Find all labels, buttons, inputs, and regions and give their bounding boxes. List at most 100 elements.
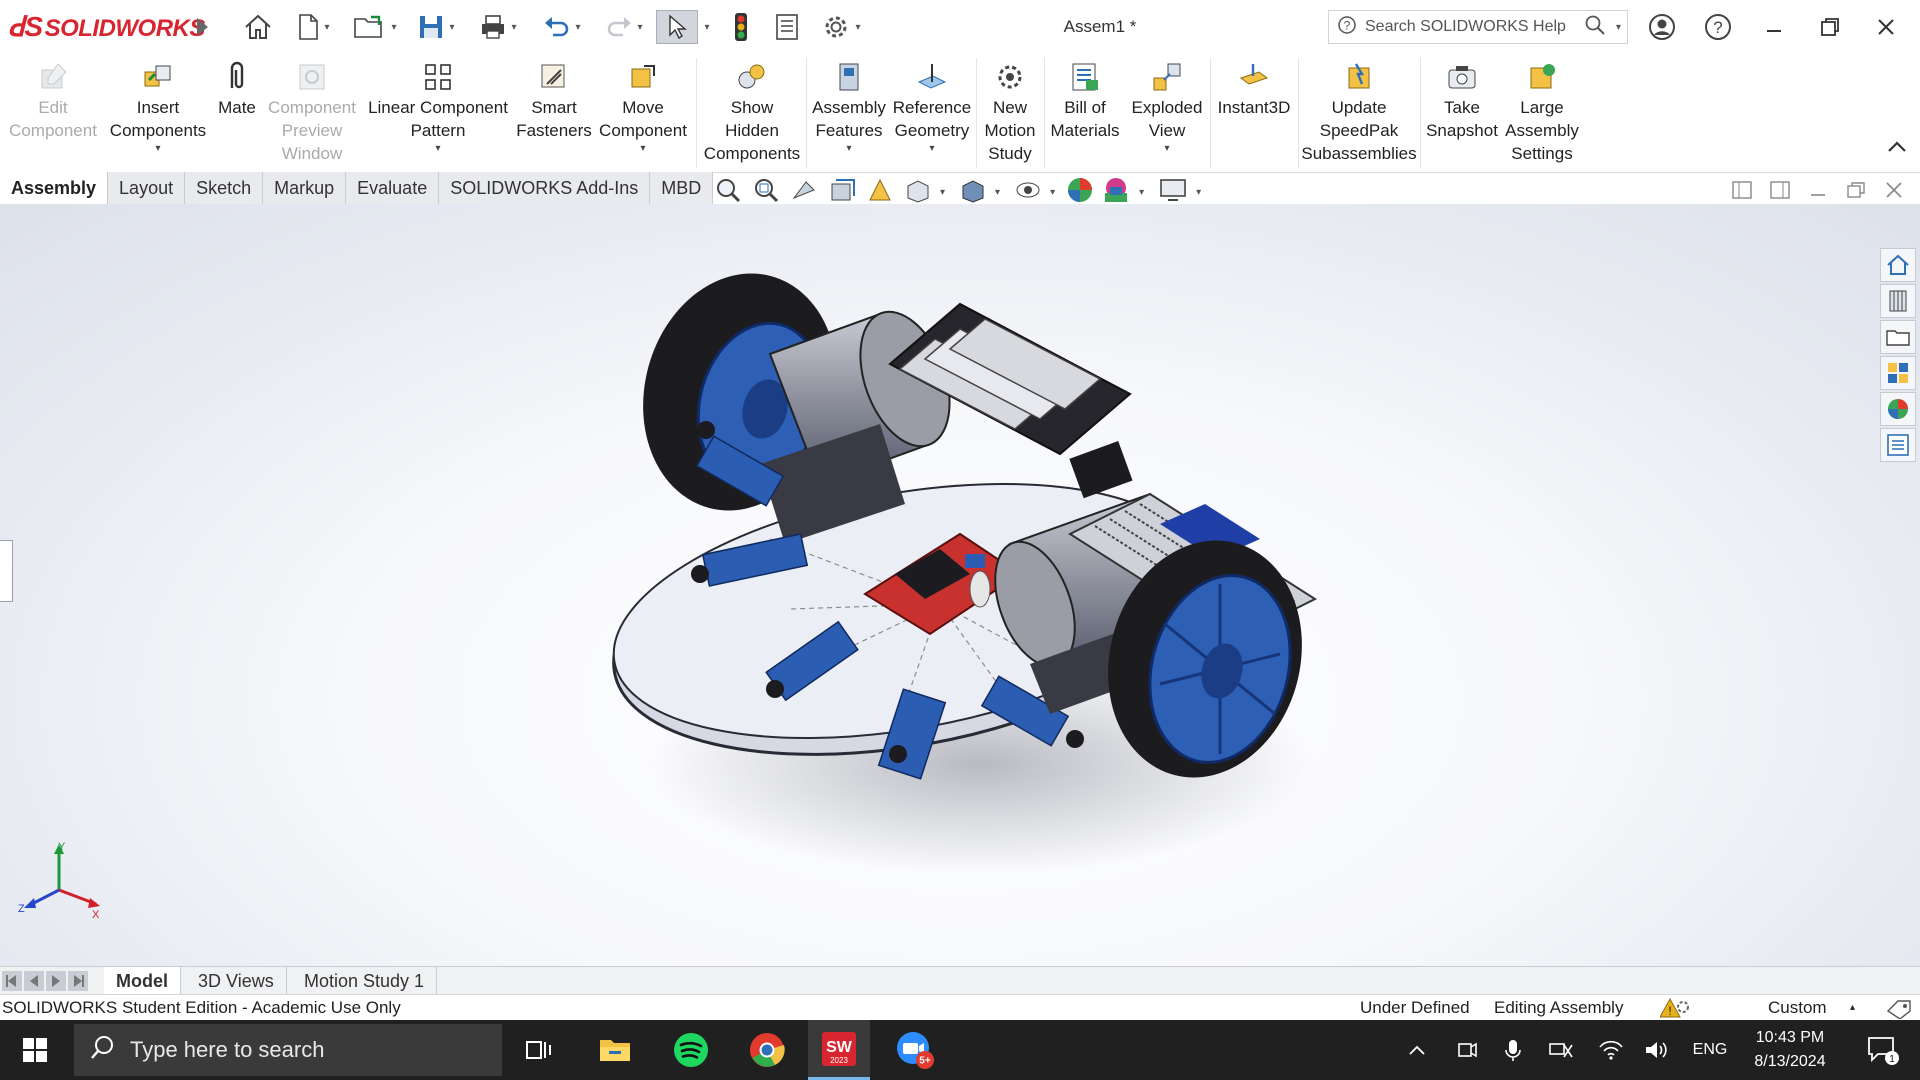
tab-motion-study-1[interactable]: Motion Study 1	[292, 967, 438, 995]
task-pane-resources-icon[interactable]	[1880, 248, 1916, 282]
tab-sketch[interactable]: Sketch	[185, 172, 264, 204]
tab-3d-views[interactable]: 3D Views	[186, 967, 287, 995]
taskbar-clock[interactable]: 10:43 PM 8/13/2024	[1740, 1020, 1840, 1080]
taskbar-search-box[interactable]: Type here to search	[74, 1024, 502, 1076]
bill-of-materials-button[interactable]: Bill of Materials	[1048, 60, 1122, 142]
take-snapshot-button[interactable]: Take Snapshot	[1422, 60, 1502, 142]
doc-restore-icon[interactable]	[1844, 178, 1868, 207]
instant3d-button[interactable]: Instant3D	[1212, 60, 1296, 119]
previous-view-icon[interactable]	[790, 176, 818, 209]
tab-layout[interactable]: Layout	[108, 172, 186, 204]
graphics-area[interactable]: Y X Z	[0, 204, 1920, 966]
view-orientation-dropdown-icon[interactable]: ▾	[940, 187, 945, 198]
edit-appearance-icon[interactable]	[1065, 175, 1095, 210]
select-dropdown-icon[interactable]: ▾	[700, 10, 714, 44]
view-settings-icon[interactable]	[1158, 176, 1188, 209]
new-motion-study-button[interactable]: New Motion Study	[978, 60, 1042, 165]
user-account-icon[interactable]	[1634, 0, 1690, 54]
hide-show-items-icon[interactable]	[1014, 176, 1042, 209]
file-properties-icon[interactable]	[770, 10, 804, 44]
insert-components-button[interactable]: Insert Components ▾	[106, 60, 210, 156]
save-icon[interactable]: ▾	[410, 10, 462, 44]
move-component-button[interactable]: Move Component ▾	[596, 60, 690, 156]
show-hidden-tray-icon[interactable]	[1402, 1020, 1432, 1080]
task-view-icon[interactable]	[508, 1020, 570, 1080]
edit-component-button[interactable]: Edit Component	[4, 60, 102, 142]
previous-tab-icon[interactable]	[24, 971, 44, 996]
last-tab-icon[interactable]	[68, 971, 88, 996]
minimize-window-icon[interactable]	[1746, 0, 1802, 54]
expand-menu-icon[interactable]	[190, 10, 214, 44]
tab-model[interactable]: Model	[104, 967, 181, 995]
restore-window-icon[interactable]	[1802, 0, 1858, 54]
undo-icon[interactable]: ▾	[536, 10, 588, 44]
first-tab-icon[interactable]	[2, 971, 22, 996]
close-window-icon[interactable]	[1858, 0, 1914, 54]
tab-evaluate[interactable]: Evaluate	[346, 172, 440, 204]
task-pane-design-library-icon[interactable]	[1880, 284, 1916, 318]
solidworks-logo[interactable]: ꓒSSOLIDWORKS	[8, 10, 205, 43]
robot-chassis-model[interactable]	[0, 204, 1920, 966]
unit-system-caret-icon[interactable]: ▴	[1850, 995, 1855, 1021]
select-cursor-icon[interactable]	[656, 10, 698, 44]
print-icon[interactable]: ▾	[472, 10, 524, 44]
help-search-input[interactable]: Search SOLIDWORKS Help	[1365, 18, 1584, 36]
rebuild-traffic-light-icon[interactable]	[726, 10, 756, 44]
mate-button[interactable]: Mate	[212, 60, 262, 119]
tile-left-icon[interactable]	[1730, 178, 1754, 207]
assembly-features-dropdown-icon[interactable]: ▾	[810, 142, 888, 156]
task-pane-appearances-icon[interactable]	[1880, 392, 1916, 426]
smart-fasteners-button[interactable]: Smart Fasteners	[514, 60, 594, 142]
feature-manager-toggle[interactable]	[0, 540, 13, 602]
task-pane-custom-properties-icon[interactable]	[1880, 428, 1916, 462]
large-assembly-settings-button[interactable]: Large Assembly Settings	[1502, 60, 1582, 165]
apply-scene-icon[interactable]	[1101, 175, 1131, 210]
view-settings-dropdown-icon[interactable]: ▾	[1196, 187, 1201, 198]
help-question-icon[interactable]: ?	[1690, 0, 1746, 54]
zoom-icon[interactable]: 5+	[884, 1020, 946, 1080]
open-document-icon[interactable]: ▾	[346, 10, 404, 44]
search-dropdown-icon[interactable]: ▾	[1616, 22, 1621, 33]
search-icon[interactable]	[1584, 14, 1606, 41]
insert-components-dropdown-icon[interactable]: ▾	[106, 142, 210, 156]
volume-icon[interactable]	[1640, 1020, 1674, 1080]
task-pane-file-explorer-icon[interactable]	[1880, 320, 1916, 354]
tab-mbd[interactable]: MBD	[650, 172, 714, 204]
task-pane-view-palette-icon[interactable]	[1880, 356, 1916, 390]
exploded-view-dropdown-icon[interactable]: ▾	[1126, 142, 1208, 156]
new-document-icon[interactable]: ▾	[290, 10, 336, 44]
spotify-icon[interactable]	[660, 1020, 722, 1080]
section-view-icon[interactable]	[828, 176, 856, 209]
linear-component-pattern-button[interactable]: Linear Component Pattern ▾	[364, 60, 512, 156]
chrome-icon[interactable]	[736, 1020, 798, 1080]
options-gear-icon[interactable]: ▾	[816, 10, 866, 44]
unit-system-selector[interactable]: Custom	[1768, 995, 1827, 1021]
tile-right-icon[interactable]	[1768, 178, 1792, 207]
assembly-features-button[interactable]: Assembly Features ▾	[810, 60, 888, 156]
file-explorer-icon[interactable]	[584, 1020, 646, 1080]
linear-pattern-dropdown-icon[interactable]: ▾	[364, 142, 512, 156]
component-preview-window-button[interactable]: Component Preview Window	[262, 60, 362, 165]
move-component-dropdown-icon[interactable]: ▾	[596, 142, 690, 156]
network-disconnected-icon[interactable]	[1544, 1020, 1578, 1080]
collapse-ribbon-icon[interactable]	[1886, 138, 1908, 159]
next-tab-icon[interactable]	[46, 971, 66, 996]
zoom-to-fit-icon[interactable]	[714, 176, 742, 209]
redo-icon[interactable]: ▾	[598, 10, 650, 44]
input-language[interactable]: ENG	[1686, 1020, 1734, 1080]
tab-markup[interactable]: Markup	[263, 172, 347, 204]
microphone-icon[interactable]	[1498, 1020, 1528, 1080]
taskbar-search-input[interactable]: Type here to search	[130, 1037, 324, 1063]
display-style-icon[interactable]	[959, 176, 987, 209]
dynamic-annotation-icon[interactable]	[866, 176, 894, 209]
tab-solidworks-add-ins[interactable]: SOLIDWORKS Add-Ins	[439, 172, 651, 204]
hide-show-dropdown-icon[interactable]: ▾	[1050, 187, 1055, 198]
help-search-box[interactable]: ? Search SOLIDWORKS Help ▾	[1328, 10, 1628, 44]
apply-scene-dropdown-icon[interactable]: ▾	[1139, 187, 1144, 198]
exploded-view-button[interactable]: Exploded View ▾	[1126, 60, 1208, 156]
show-hidden-components-button[interactable]: Show Hidden Components	[700, 60, 804, 165]
windows-start-icon[interactable]	[4, 1020, 66, 1080]
home-icon[interactable]	[240, 10, 276, 44]
solidworks-taskbar-icon[interactable]: SW 2023	[808, 1020, 870, 1080]
tab-assembly[interactable]: Assembly	[0, 172, 109, 204]
